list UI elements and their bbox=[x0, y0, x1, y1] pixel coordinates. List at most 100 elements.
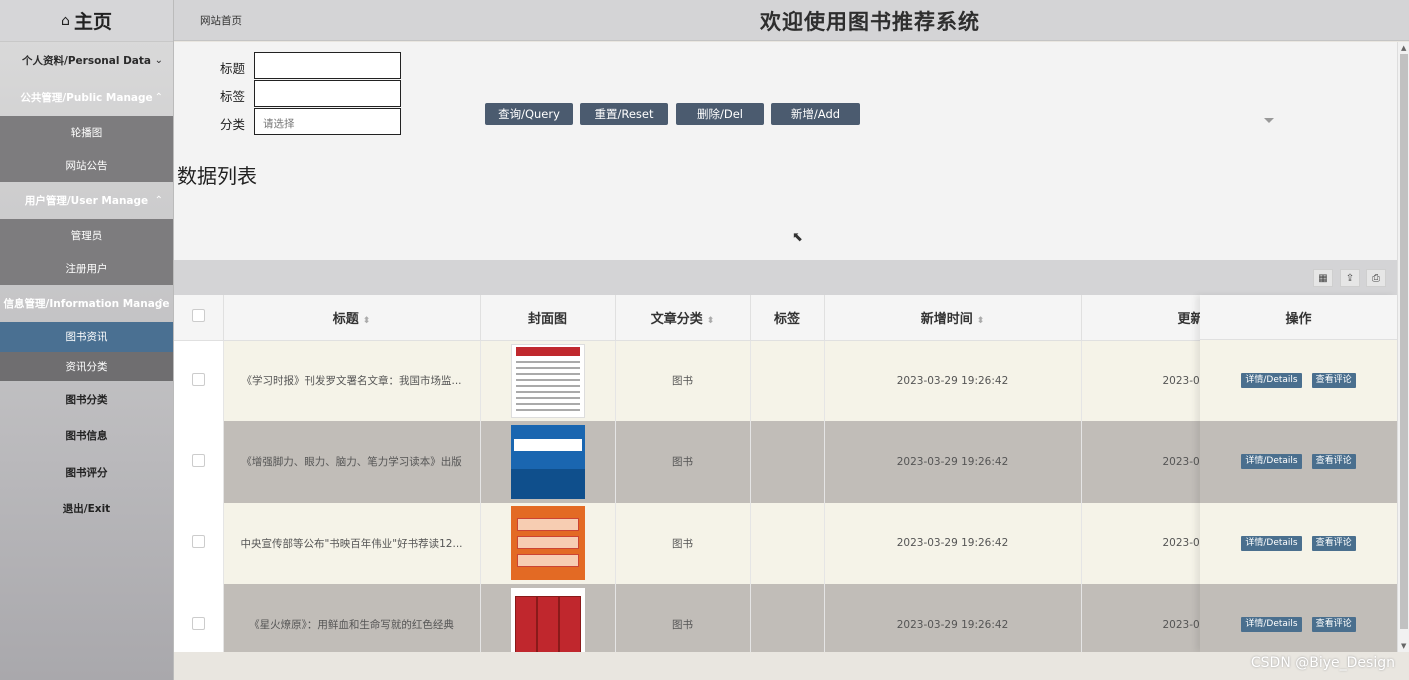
menu-info-label: 信息管理/Information Manage bbox=[3, 298, 170, 310]
page-title: 欢迎使用图书推荐系统 bbox=[760, 10, 980, 34]
sort-icon[interactable]: ⬍ bbox=[977, 316, 985, 326]
col-title[interactable]: 标题 ⬍ bbox=[223, 295, 481, 341]
row-created: 2023-03-29 19:26:42 bbox=[824, 502, 1082, 584]
row-checkbox[interactable] bbox=[174, 340, 224, 422]
dropdown-arrow-icon[interactable] bbox=[1264, 118, 1274, 123]
scroll-up-icon[interactable]: ▲ bbox=[1401, 44, 1406, 52]
row-cover bbox=[480, 340, 616, 422]
category-select[interactable]: 请选择 bbox=[254, 108, 401, 135]
col-category[interactable]: 文章分类 ⬍ bbox=[615, 295, 751, 341]
details-button[interactable]: 详情/Details bbox=[1241, 617, 1302, 633]
col-title-label: 标题 bbox=[332, 311, 359, 327]
query-button[interactable]: 查询/Query bbox=[485, 103, 573, 125]
category-label: 分类 bbox=[220, 117, 246, 132]
sidebar-item-admin[interactable]: 管理员 bbox=[0, 219, 173, 252]
row-created: 2023-03-29 19:26:42 bbox=[824, 421, 1082, 503]
sidebar-item-book-news[interactable]: 图书资讯 bbox=[0, 322, 173, 352]
menu-user-manage[interactable]: 用户管理/User Manage ⌃ bbox=[0, 182, 173, 219]
submenu-public: 轮播图 网站公告 bbox=[0, 116, 173, 182]
details-button[interactable]: 详情/Details bbox=[1241, 373, 1302, 389]
row-tag bbox=[750, 421, 825, 503]
submenu-info: 图书资讯 资讯分类 bbox=[0, 322, 173, 381]
col-created[interactable]: 新增时间 ⬍ bbox=[824, 295, 1082, 341]
reset-button[interactable]: 重置/Reset bbox=[580, 103, 668, 125]
row-category: 图书 bbox=[615, 421, 751, 503]
row-title: 《增强脚力、眼力、脑力、笔力学习读本》出版 bbox=[223, 421, 481, 503]
vertical-scrollbar[interactable]: ▲ ▼ bbox=[1397, 42, 1409, 652]
col-created-label: 新增时间 bbox=[920, 311, 973, 327]
print-icon[interactable]: ⎙ bbox=[1366, 269, 1386, 287]
sidebar-item-carousel[interactable]: 轮播图 bbox=[0, 116, 173, 149]
chevron-up-icon: ⌃ bbox=[154, 195, 163, 206]
select-all-checkbox[interactable] bbox=[174, 295, 224, 341]
scroll-down-icon[interactable]: ▼ bbox=[1401, 642, 1406, 650]
cover-image bbox=[510, 424, 585, 499]
row-created: 2023-03-29 19:26:42 bbox=[824, 340, 1082, 422]
row-checkbox[interactable] bbox=[174, 583, 224, 652]
sidebar-item-book-category[interactable]: 图书分类 bbox=[0, 381, 173, 418]
breadcrumb[interactable]: 网站首页 bbox=[200, 13, 242, 28]
row-created: 2023-03-29 19:26:42 bbox=[824, 583, 1082, 652]
menu-public-label: 公共管理/Public Manage bbox=[20, 92, 153, 104]
submenu-user: 管理员 注册用户 bbox=[0, 219, 173, 285]
home-label: 主页 bbox=[73, 11, 112, 33]
row-checkbox[interactable] bbox=[174, 502, 224, 584]
operations-column: 操作 详情/Details 查看评论 详情/Details 查看评论 详情/Deta… bbox=[1200, 295, 1397, 666]
sidebar: ⌂ 主页 个人资料/Personal Data ⌄ 公共管理/Public Mana… bbox=[0, 0, 174, 680]
row-title: 《学习时报》刊发罗文署名文章：我国市场监... bbox=[223, 340, 481, 422]
menu-personal-data[interactable]: 个人资料/Personal Data ⌄ bbox=[0, 42, 173, 79]
col-cover: 封面图 bbox=[480, 295, 616, 341]
view-comments-button[interactable]: 查看评论 bbox=[1311, 617, 1356, 633]
details-button[interactable]: 详情/Details bbox=[1241, 535, 1302, 551]
row-tag bbox=[750, 583, 825, 652]
row-cover bbox=[480, 421, 616, 503]
chevron-up-icon: ⌃ bbox=[154, 92, 163, 103]
add-button[interactable]: 新增/Add bbox=[771, 103, 860, 125]
title-input[interactable] bbox=[254, 52, 401, 79]
sidebar-item-book-info[interactable]: 图书信息 bbox=[0, 418, 173, 455]
row-category: 图书 bbox=[615, 340, 751, 422]
columns-icon[interactable]: ▦ bbox=[1313, 269, 1333, 287]
row-title: 中央宣传部等公布"书映百年伟业"好书荐读12... bbox=[223, 502, 481, 584]
row-title: 《星火燎原》：用鲜血和生命写就的红色经典 bbox=[223, 583, 481, 652]
view-comments-button[interactable]: 查看评论 bbox=[1311, 535, 1356, 551]
sidebar-home[interactable]: ⌂ 主页 bbox=[0, 0, 173, 42]
view-comments-button[interactable]: 查看评论 bbox=[1311, 454, 1356, 470]
sort-icon[interactable]: ⬍ bbox=[363, 316, 371, 326]
row-category: 图书 bbox=[615, 583, 751, 652]
sidebar-item-registered-users[interactable]: 注册用户 bbox=[0, 252, 173, 285]
sidebar-item-book-rating[interactable]: 图书评分 bbox=[0, 454, 173, 491]
row-checkbox[interactable] bbox=[174, 421, 224, 503]
mouse-cursor-icon: ⬉ bbox=[792, 230, 803, 245]
row-cover bbox=[480, 583, 616, 652]
menu-public-manage[interactable]: 公共管理/Public Manage ⌃ bbox=[0, 79, 173, 116]
col-tag: 标签 bbox=[750, 295, 825, 341]
sidebar-item-news-category[interactable]: 资讯分类 bbox=[0, 351, 173, 381]
details-button[interactable]: 详情/Details bbox=[1241, 454, 1302, 470]
title-label: 标题 bbox=[220, 61, 246, 76]
section-title: 数据列表 bbox=[177, 164, 257, 188]
export-icon[interactable]: ⇪ bbox=[1340, 269, 1360, 287]
row-operations: 详情/Details 查看评论 bbox=[1200, 503, 1397, 584]
row-operations: 详情/Details 查看评论 bbox=[1200, 340, 1397, 421]
menu-information-manage[interactable]: 信息管理/Information Manage ⌃ bbox=[0, 285, 173, 322]
delete-button[interactable]: 删除/Del bbox=[676, 103, 764, 125]
tag-input[interactable] bbox=[254, 80, 401, 107]
sidebar-item-announcement[interactable]: 网站公告 bbox=[0, 149, 173, 182]
watermark: CSDN @Biye_Design bbox=[1250, 655, 1395, 671]
sidebar-item-exit[interactable]: 退出/Exit bbox=[0, 491, 173, 528]
top-bar: 网站首页 欢迎使用图书推荐系统 bbox=[174, 0, 1409, 41]
sort-icon[interactable]: ⬍ bbox=[707, 316, 715, 326]
row-cover bbox=[480, 502, 616, 584]
cover-image bbox=[510, 587, 585, 652]
scrollbar-thumb[interactable] bbox=[1400, 54, 1408, 629]
col-operations: 操作 bbox=[1200, 295, 1397, 340]
chevron-down-icon: ⌄ bbox=[154, 55, 163, 66]
chevron-up-icon: ⌃ bbox=[156, 298, 165, 309]
cover-image bbox=[510, 506, 585, 581]
view-comments-button[interactable]: 查看评论 bbox=[1311, 373, 1356, 389]
search-panel: 标题 标签 分类 请选择 查询/Query 重置/Reset 删除/Del 新增… bbox=[174, 42, 1397, 260]
tag-label: 标签 bbox=[220, 89, 246, 104]
menu-user-label: 用户管理/User Manage bbox=[24, 195, 149, 207]
col-category-label: 文章分类 bbox=[650, 311, 703, 327]
